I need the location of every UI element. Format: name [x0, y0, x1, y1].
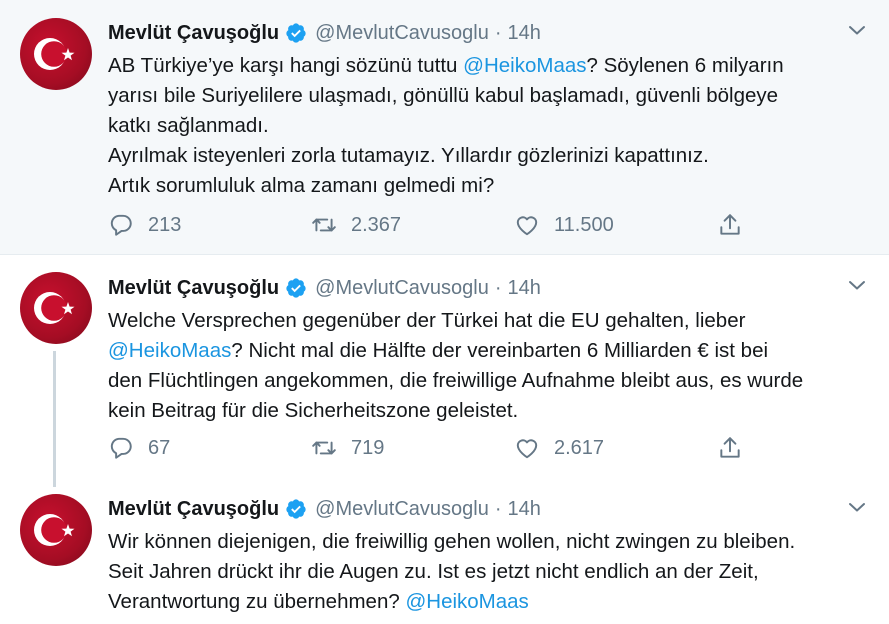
tweet-text-line: AB Türkiye’ye karşı hangi sözünü tuttu @…	[108, 51, 878, 81]
tweet-text-line: yarısı bile Suriyelilere ulaşmadı, gönül…	[108, 84, 779, 107]
verified-badge-icon	[286, 278, 306, 298]
mention-link[interactable]: @HeikoMaas	[108, 339, 231, 362]
like-button[interactable]: 11.500	[514, 212, 717, 238]
share-button[interactable]	[717, 435, 757, 461]
tweet-text-line: Ayrılmak isteyenleri zorla tutamayız. Yı…	[108, 144, 709, 167]
text-segment: AB Türkiye’ye karşı hangi sözünü tuttu	[108, 54, 464, 77]
author-name[interactable]: Mevlüt Çavuşoğlu	[108, 497, 279, 521]
verified-badge-icon	[286, 499, 306, 519]
tweet-text: Wir können diejenigen, die freiwillig ge…	[108, 527, 878, 617]
chevron-down-icon[interactable]	[845, 495, 869, 519]
reply-icon	[110, 437, 132, 459]
tweet-text-line: Wir können diejenigen, die freiwillig ge…	[108, 530, 796, 553]
retweet-count: 2.367	[351, 213, 402, 236]
author-handle[interactable]: @MevlutCavusoglu	[315, 497, 489, 521]
tweet[interactable]: Mevlüt Çavuşoğlu @MevlutCavusoglu · 14h …	[0, 255, 889, 487]
author-name[interactable]: Mevlüt Çavuşoğlu	[108, 21, 279, 45]
like-count: 2.617	[554, 436, 605, 459]
text-segment: Verantwortung zu übernehmen?	[108, 590, 406, 613]
tweet-text-line: kein Beitrag für die Sicherheitszone gel…	[108, 399, 519, 422]
tweet-time[interactable]: 14h	[508, 21, 541, 45]
avatar[interactable]	[20, 272, 92, 344]
tweet-actions: 67 719 2.617	[108, 435, 757, 461]
retweet-icon	[312, 441, 336, 455]
tweet-text-line: katkı sağlanmadı.	[108, 114, 269, 137]
heart-icon	[516, 439, 538, 459]
tweet-text-line: Seit Jahren drückt ihr die Augen zu. Ist…	[108, 560, 759, 583]
separator-dot: ·	[494, 498, 502, 520]
tweet-time[interactable]: 14h	[508, 276, 541, 300]
turkish-flag-icon	[34, 292, 75, 324]
thread-connector-line	[53, 351, 56, 487]
tweet-text-line: den Flüchtlingen angekommen, die freiwil…	[108, 369, 804, 392]
tweet-time[interactable]: 14h	[508, 497, 541, 521]
reply-button[interactable]: 67	[108, 435, 311, 461]
tweet-text-line: Verantwortung zu übernehmen? @HeikoMaas	[108, 587, 878, 617]
tweet-header: Mevlüt Çavuşoğlu @MevlutCavusoglu · 14h	[108, 276, 541, 300]
share-button[interactable]	[717, 212, 757, 238]
chevron-down-icon[interactable]	[845, 273, 869, 297]
like-button[interactable]: 2.617	[514, 435, 717, 461]
like-count: 11.500	[554, 213, 614, 236]
tweet[interactable]: Mevlüt Çavuşoğlu @MevlutCavusoglu · 14h …	[0, 487, 889, 624]
retweet-icon	[312, 218, 336, 232]
verified-badge-icon	[286, 23, 306, 43]
tweet-header: Mevlüt Çavuşoğlu @MevlutCavusoglu · 14h	[108, 497, 541, 521]
avatar[interactable]	[20, 494, 92, 566]
tweet-text: AB Türkiye’ye karşı hangi sözünü tuttu @…	[108, 51, 878, 201]
author-handle[interactable]: @MevlutCavusoglu	[315, 276, 489, 300]
avatar[interactable]	[20, 18, 92, 90]
tweet-actions: 213 2.367 11.500	[108, 212, 757, 238]
separator-dot: ·	[494, 22, 502, 44]
tweet-text-line: Welche Versprechen gegenüber der Türkei …	[108, 309, 746, 332]
tweet-text-line: @HeikoMaas? Nicht mal die Hälfte der ver…	[108, 336, 878, 366]
separator-dot: ·	[494, 277, 502, 299]
reply-icon	[110, 214, 132, 236]
retweet-button[interactable]: 2.367	[311, 212, 514, 238]
tweet-header: Mevlüt Çavuşoğlu @MevlutCavusoglu · 14h	[108, 21, 541, 45]
turkish-flag-icon	[34, 38, 75, 70]
author-name[interactable]: Mevlüt Çavuşoğlu	[108, 276, 279, 300]
text-segment: ? Nicht mal die Hälfte der vereinbarten …	[231, 339, 769, 362]
turkish-flag-icon	[34, 514, 75, 546]
reply-button[interactable]: 213	[108, 212, 311, 238]
share-icon	[720, 214, 740, 235]
tweet[interactable]: Mevlüt Çavuşoğlu @MevlutCavusoglu · 14h …	[0, 0, 889, 255]
heart-icon	[516, 216, 538, 236]
author-handle[interactable]: @MevlutCavusoglu	[315, 21, 489, 45]
mention-link[interactable]: @HeikoMaas	[405, 590, 528, 613]
mention-link[interactable]: @HeikoMaas	[463, 54, 586, 77]
share-icon	[720, 437, 740, 458]
reply-count: 67	[148, 436, 171, 459]
text-segment: ? Söylenen 6 milyarın	[586, 54, 784, 77]
reply-count: 213	[148, 213, 182, 236]
tweet-text: Welche Versprechen gegenüber der Türkei …	[108, 306, 878, 426]
retweet-button[interactable]: 719	[311, 435, 514, 461]
retweet-count: 719	[351, 436, 385, 459]
chevron-down-icon[interactable]	[845, 18, 869, 42]
tweet-text-line: Artık sorumluluk alma zamanı gelmedi mi?	[108, 174, 495, 197]
